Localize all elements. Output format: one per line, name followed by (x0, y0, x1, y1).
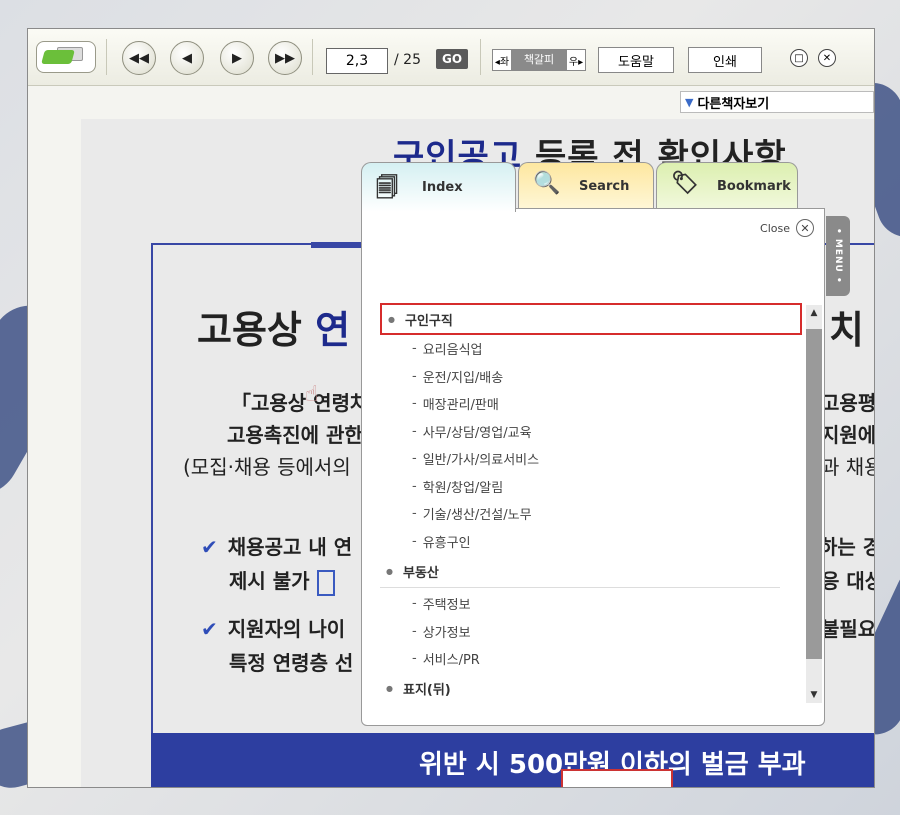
double-left-arrow-icon: ◀◀ (129, 50, 149, 66)
double-right-arrow-icon: ▶▶ (275, 50, 295, 66)
tree-leaf[interactable]: - 매장관리/판매 (380, 390, 802, 418)
tree-node-job-search[interactable]: ● 구인구직 (380, 303, 802, 335)
check-icon: ✔ (201, 617, 218, 641)
first-page-button[interactable]: ◀◀ (122, 41, 156, 75)
bullet-2: ✔ 지원자의 나이 (201, 617, 346, 641)
index-scrollbar[interactable]: ▲ ▼ (806, 305, 822, 703)
close-panel-button[interactable]: Close ✕ (760, 219, 814, 237)
page-thumbnail[interactable] (561, 769, 673, 787)
prev-page-button[interactable]: ◀ (170, 41, 204, 75)
scroll-down-icon[interactable]: ▼ (806, 687, 822, 703)
magnifier-icon: 🔍 (533, 171, 561, 196)
scroll-thumb[interactable] (806, 329, 822, 659)
bullet-1: ✔ 채용공고 내 연 (201, 535, 353, 559)
bookmark-label[interactable]: 책갈피 (511, 50, 567, 70)
home-logo-button[interactable] (36, 41, 96, 73)
triangle-down-icon: ▼ (685, 95, 694, 109)
close-icon: ✕ (796, 219, 814, 237)
divider (480, 39, 481, 75)
other-books-label: 다른책자보기 (697, 96, 770, 112)
close-label: Close (760, 221, 790, 235)
tab-index[interactable]: 🗐 Index (361, 162, 516, 212)
tree-leaf[interactable]: - 주택정보 (380, 590, 802, 618)
print-button[interactable]: 인쇄 (688, 47, 762, 73)
tab-index-label: Index (422, 180, 463, 195)
tree-leaf[interactable]: - 사무/상담/영업/교육 (380, 418, 802, 446)
menu-side-tab[interactable]: • MENU • (826, 216, 850, 296)
restore-window-button[interactable]: □ (790, 49, 808, 67)
left-arrow-icon: ◀ (182, 50, 192, 66)
tab-search[interactable]: 🔍 Search (518, 162, 654, 210)
ebook-viewer: ◀◀ ◀ ▶ ▶▶ 2,3 / 25 GO ◂좌 책갈피 우▸ 도움말 인쇄 □… (27, 28, 875, 788)
tree-node-real-estate[interactable]: ● 부동산 (380, 555, 802, 587)
divider (106, 39, 107, 75)
tree-node-back-cover[interactable]: ● 표지(뒤) (380, 673, 802, 705)
bullet-1-line-2-right: 응 대상 (821, 569, 874, 593)
boxed-mark (316, 569, 335, 596)
body-line-2-right: 지원에 (821, 423, 875, 447)
page-number-input[interactable]: 2,3 (326, 48, 388, 74)
toolbar: ◀◀ ◀ ▶ ▶▶ 2,3 / 25 GO ◂좌 책갈피 우▸ 도움말 인쇄 □… (28, 29, 874, 86)
tree-leaf[interactable]: - 학원/창업/알림 (380, 473, 802, 501)
divider (312, 39, 313, 75)
bullet-icon: ● (386, 684, 393, 693)
tree-leaf[interactable]: - 요리음식업 (380, 335, 802, 363)
logo-shape (41, 50, 75, 64)
bullet-1-line-2: 제시 불가 (229, 565, 335, 596)
bullet-icon: ● (386, 566, 393, 576)
bookmark-flip-control: ◂좌 책갈피 우▸ (492, 49, 586, 71)
tree-leaf[interactable]: - 상가정보 (380, 618, 802, 646)
hand-cursor-icon: ☝ (305, 382, 319, 407)
body-line-2-left: 고용촉진에 관한 (227, 423, 363, 447)
divider (380, 587, 780, 588)
flip-right-button[interactable]: 우▸ (567, 53, 585, 68)
tab-bookmark-label: Bookmark (717, 179, 791, 194)
stack-icon: 🗐 (376, 176, 398, 201)
close-window-button[interactable]: ✕ (818, 49, 836, 67)
document-heading-right: 치 (829, 308, 864, 352)
go-button[interactable]: GO (436, 49, 468, 69)
tree-leaf[interactable]: - 서비스/PR (380, 645, 802, 673)
tag-icon: 🏷 (671, 171, 699, 196)
index-panel-body: Close ✕ ● 구인구직 - 요리음식업 - 운전/지입/배송 - 매장관리/판매… (361, 208, 825, 726)
page-total: / 25 (394, 52, 421, 68)
bullet-2-line-2: 특정 연령층 선 (229, 651, 354, 675)
flip-left-button[interactable]: ◂좌 (493, 53, 511, 68)
next-page-button[interactable]: ▶ (220, 41, 254, 75)
body-line-3-left: (모집·채용 등에서의 (183, 455, 351, 479)
other-books-dropdown[interactable]: ▼ 다른책자보기 (680, 91, 874, 113)
index-tree: ● 구인구직 - 요리음식업 - 운전/지입/배송 - 매장관리/판매 - 사무/상담/… (380, 303, 802, 705)
body-line-3-right: 과 채용 (821, 455, 874, 479)
document-heading: 고용상 연 (197, 308, 351, 352)
tree-leaf[interactable]: - 유흥구인 (380, 528, 802, 556)
index-panel: 🗐 Index 🔍 Search 🏷 Bookmark Close ✕ ● 구인… (361, 162, 850, 726)
penalty-banner: 위반 시 500만원 이하의 벌금 부과 (151, 733, 874, 787)
bullet-icon: ● (388, 314, 395, 324)
body-line-1-left: 「고용상 연령차 (231, 391, 369, 415)
tab-search-label: Search (579, 179, 630, 194)
tab-bookmark[interactable]: 🏷 Bookmark (656, 162, 798, 210)
check-icon: ✔ (201, 535, 218, 559)
help-button[interactable]: 도움말 (598, 47, 674, 73)
body-line-1-right: 고용평 (821, 391, 875, 415)
tree-leaf[interactable]: - 일반/가사/의료서비스 (380, 445, 802, 473)
last-page-button[interactable]: ▶▶ (268, 41, 302, 75)
tree-leaf[interactable]: - 운전/지입/배송 (380, 363, 802, 391)
scroll-up-icon[interactable]: ▲ (806, 305, 822, 321)
tree-leaf[interactable]: - 기술/생산/건설/노무 (380, 500, 802, 528)
bullet-2-right: 불필요 (821, 617, 875, 641)
right-arrow-icon: ▶ (232, 50, 242, 66)
bullet-1-right: 하는 경 (819, 535, 875, 559)
